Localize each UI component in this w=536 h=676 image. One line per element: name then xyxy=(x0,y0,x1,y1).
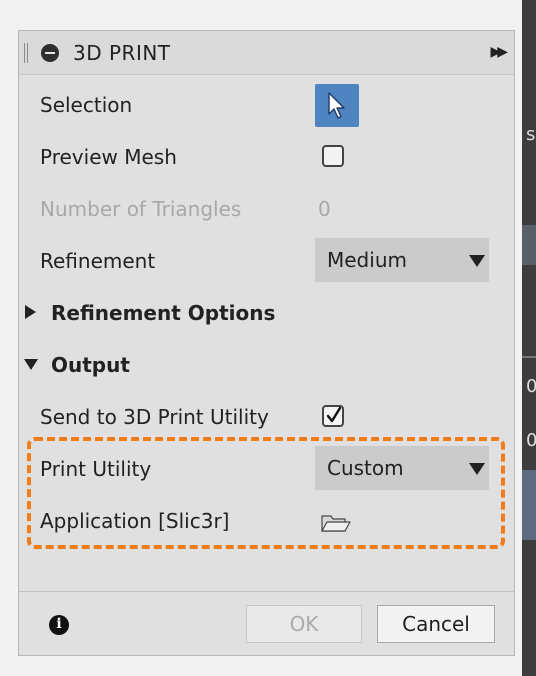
dialog-titlebar[interactable]: 3D PRINT ▶▶ xyxy=(19,31,514,75)
minus-circle-icon[interactable] xyxy=(41,44,59,62)
preview-mesh-checkbox[interactable] xyxy=(322,145,344,167)
dialog-title: 3D PRINT xyxy=(73,41,171,65)
print-utility-dropdown[interactable]: Custom xyxy=(315,446,489,490)
background-band xyxy=(522,225,536,265)
3d-print-dialog: 3D PRINT ▶▶ Selection Preview Mesh Numbe… xyxy=(18,30,515,656)
application-label: Application [Slic3r] xyxy=(40,509,230,533)
background-divider xyxy=(522,356,536,358)
refinement-options-header[interactable]: Refinement Options xyxy=(51,301,275,325)
preview-mesh-label: Preview Mesh xyxy=(40,145,177,169)
send-to-print-checkbox[interactable] xyxy=(322,405,344,427)
background-text: 0 xyxy=(526,430,536,451)
fast-forward-icon[interactable]: ▶▶ xyxy=(490,44,507,60)
cancel-button[interactable]: Cancel xyxy=(377,605,495,643)
background-text: s xyxy=(526,124,536,145)
chevron-down-icon xyxy=(469,255,485,267)
cursor-arrow-icon xyxy=(328,92,345,119)
refinement-dropdown[interactable]: Medium xyxy=(315,238,489,282)
checkmark-icon xyxy=(326,406,342,423)
background-text: 0 xyxy=(526,376,536,397)
refinement-value: Medium xyxy=(327,248,407,272)
selection-button[interactable] xyxy=(315,84,359,127)
output-header[interactable]: Output xyxy=(51,353,130,377)
chevron-down-icon xyxy=(469,463,485,475)
refinement-label: Refinement xyxy=(40,249,156,273)
ok-button[interactable]: OK xyxy=(246,605,362,643)
info-icon[interactable]: i xyxy=(49,615,69,635)
background-band xyxy=(522,470,536,540)
selection-label: Selection xyxy=(40,93,133,117)
folder-open-icon[interactable] xyxy=(321,513,351,537)
triangles-label: Number of Triangles xyxy=(40,197,242,221)
print-utility-value: Custom xyxy=(327,456,404,480)
drag-grip-icon[interactable] xyxy=(24,43,28,63)
caret-down-icon[interactable] xyxy=(24,359,38,370)
print-utility-label: Print Utility xyxy=(40,457,152,481)
send-to-print-label: Send to 3D Print Utility xyxy=(40,405,269,429)
background-app-edge xyxy=(522,0,536,676)
triangles-value: 0 xyxy=(318,197,331,221)
caret-right-icon[interactable] xyxy=(25,305,36,319)
footer-divider xyxy=(19,591,514,592)
